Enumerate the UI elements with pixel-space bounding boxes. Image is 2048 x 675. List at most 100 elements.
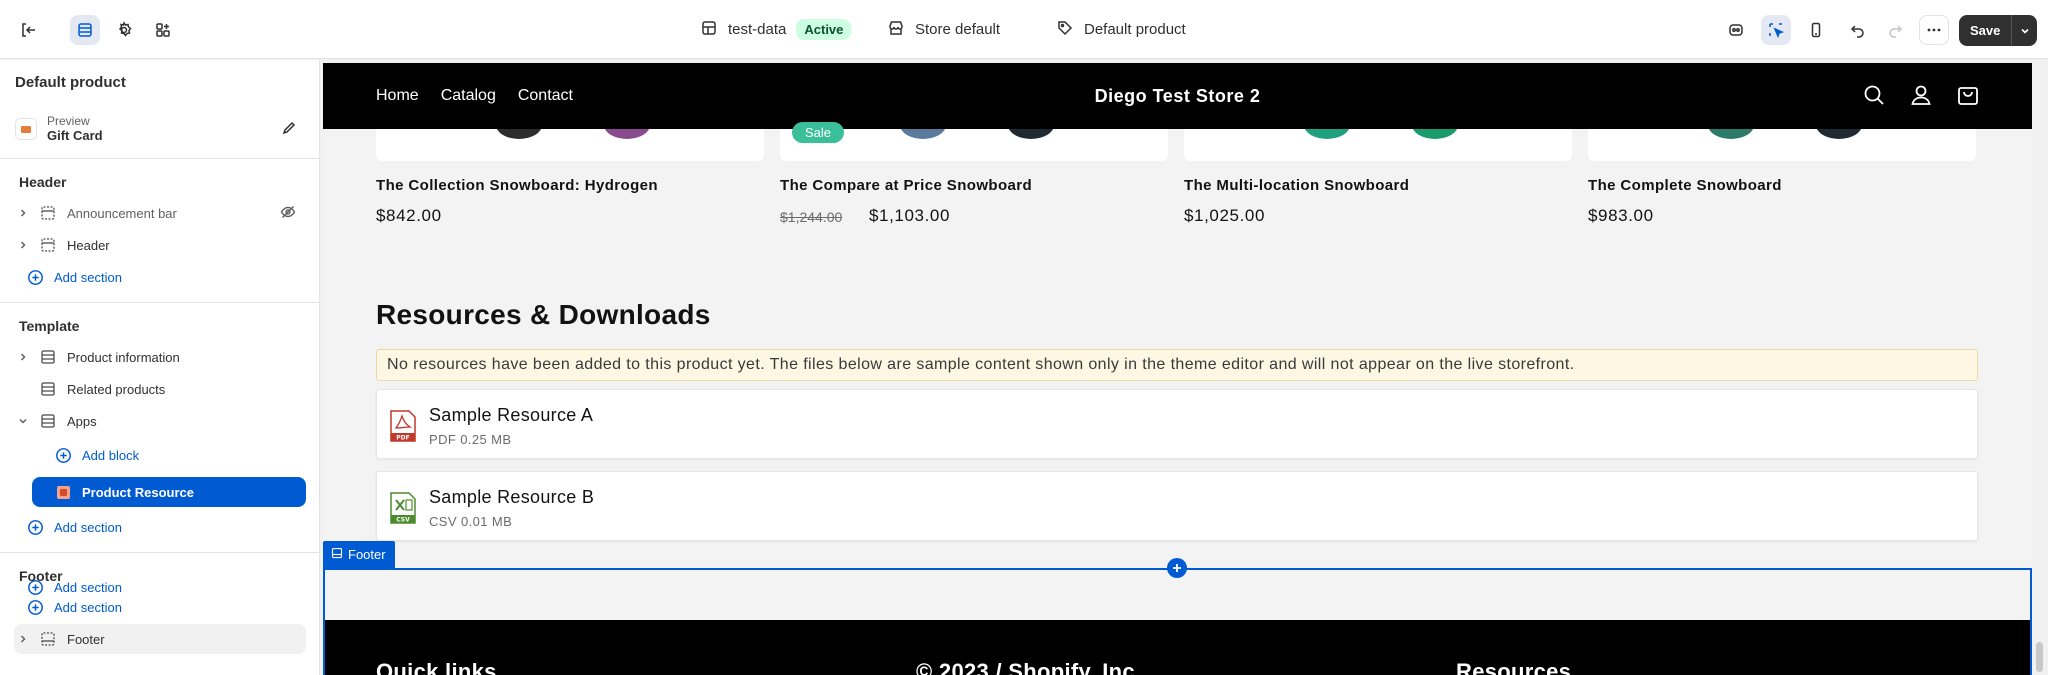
- tag-icon: [1056, 19, 1074, 41]
- exit-icon[interactable]: [13, 15, 43, 45]
- svg-text:CSV: CSV: [396, 517, 410, 524]
- store-name: test-data: [728, 21, 787, 38]
- add-section-label: Add section: [54, 519, 122, 535]
- csv-icon: CSV: [389, 492, 417, 524]
- store-selector[interactable]: test-data Active: [700, 0, 852, 59]
- product-title[interactable]: The Collection Snowboard: Hydrogen: [376, 177, 658, 194]
- product-compare-price: $1,244.00: [780, 209, 843, 225]
- eye-off-icon[interactable]: [280, 204, 296, 223]
- chevron-right-icon[interactable]: [14, 208, 32, 218]
- template-selector[interactable]: Default product: [1056, 0, 1186, 59]
- add-section-button[interactable]: Add section: [14, 512, 306, 542]
- product-image: [1184, 129, 1572, 161]
- sidebar-item-label: Apps: [67, 413, 97, 429]
- pdf-icon: PDF: [389, 410, 417, 442]
- product-image: [376, 129, 764, 161]
- cart-icon[interactable]: [1956, 83, 1980, 112]
- add-section-label: Add section: [54, 599, 122, 615]
- select-cursor-icon[interactable]: [1761, 15, 1791, 45]
- undo-icon[interactable]: [1843, 15, 1873, 45]
- chevron-right-icon[interactable]: [14, 240, 32, 250]
- store-icon: [700, 19, 718, 41]
- chevron-right-icon[interactable]: [14, 352, 32, 362]
- template-group-title: Template: [19, 318, 80, 334]
- pencil-icon[interactable]: [281, 120, 297, 141]
- svg-text:PDF: PDF: [396, 435, 409, 442]
- divider: [0, 158, 319, 159]
- preview-scrollbar[interactable]: [2036, 642, 2043, 672]
- footer-heading-resources: Resources: [1456, 659, 1572, 675]
- search-icon[interactable]: [1862, 83, 1886, 112]
- sidebar-item-footer[interactable]: Footer: [14, 624, 306, 654]
- resource-name[interactable]: Sample Resource A: [429, 405, 593, 426]
- section-icon: [37, 381, 59, 397]
- plus-circle-icon: [24, 599, 46, 616]
- sidebar-item-announcement-bar[interactable]: Announcement bar: [14, 198, 306, 228]
- sale-badge: Sale: [792, 122, 845, 143]
- redo-icon[interactable]: [1880, 15, 1910, 45]
- plus-circle-icon: [52, 447, 74, 464]
- section-icon: [37, 205, 59, 221]
- store-header[interactable]: Home Catalog Contact Diego Test Store 2: [323, 63, 2032, 129]
- plus-circle-icon: [24, 269, 46, 286]
- account-icon[interactable]: [1909, 83, 1933, 112]
- sidebar-title: Default product: [15, 74, 126, 91]
- footer-heading-quick-links: Quick links: [376, 659, 497, 675]
- template-name: Default product: [1084, 21, 1186, 38]
- product-price: $1,025.00: [1184, 206, 1266, 225]
- divider: [0, 552, 319, 553]
- sidebar-item-label: Product Resource: [82, 484, 194, 500]
- preview-canvas[interactable]: Home Catalog Contact Diego Test Store 2 …: [323, 63, 2032, 675]
- preview-inspector-icon[interactable]: [1721, 15, 1751, 45]
- status-badge: Active: [796, 19, 852, 40]
- preview-selector[interactable]: Preview Gift Card: [15, 112, 305, 146]
- gear-icon[interactable]: [109, 15, 139, 45]
- mobile-view-icon[interactable]: [1801, 15, 1831, 45]
- product-price: $983.00: [1588, 206, 1654, 225]
- theme-selector[interactable]: Store default: [887, 0, 1000, 59]
- sidebar-item-label: Related products: [67, 381, 166, 397]
- footer-group-title: Footer: [19, 568, 63, 584]
- save-label[interactable]: Save: [1959, 15, 2011, 46]
- resource-meta: CSV 0.01 MB: [429, 514, 513, 529]
- add-block-button[interactable]: Add block: [32, 440, 306, 470]
- resource-item[interactable]: CSV Sample Resource B CSV 0.01 MB: [376, 471, 1978, 541]
- section-icon: [37, 413, 59, 429]
- section-icon: [331, 547, 343, 562]
- sidebar-item-header[interactable]: Header: [14, 230, 306, 260]
- product-title[interactable]: The Multi-location Snowboard: [1184, 177, 1409, 194]
- sections-icon[interactable]: [70, 15, 100, 45]
- sidebar-item-related-products[interactable]: Related products: [14, 374, 306, 404]
- footer-section-tag[interactable]: Footer: [323, 541, 395, 568]
- gift-card-thumbnail: [15, 118, 37, 140]
- apps-icon[interactable]: [148, 15, 178, 45]
- sidebar-item-product-information[interactable]: Product information: [14, 342, 306, 372]
- sidebar-item-apps[interactable]: Apps: [14, 406, 306, 436]
- product-image: [1588, 129, 1976, 161]
- chevron-right-icon[interactable]: [14, 634, 32, 644]
- sidebar-item-label: Header: [67, 237, 110, 253]
- product-title[interactable]: The Complete Snowboard: [1588, 177, 1782, 194]
- notice-text: No resources have been added to this pro…: [387, 356, 1575, 373]
- store-name[interactable]: Diego Test Store 2: [323, 63, 2032, 129]
- theme-name: Store default: [915, 21, 1001, 38]
- resource-item[interactable]: PDF Sample Resource A PDF 0.25 MB: [376, 389, 1978, 459]
- sidebar-item-product-resource[interactable]: Product Resource: [32, 477, 306, 507]
- chevron-down-icon[interactable]: [2011, 15, 2037, 46]
- add-section-button[interactable]: Add section: [14, 592, 306, 622]
- resources-notice: No resources have been added to this pro…: [376, 349, 1978, 381]
- add-section-button[interactable]: Add section: [14, 262, 306, 292]
- add-section-label: Add section: [54, 269, 122, 285]
- resource-name[interactable]: Sample Resource B: [429, 487, 594, 508]
- more-actions-icon[interactable]: [1919, 15, 1949, 45]
- editor-topbar: test-data Active Store default Default p…: [0, 0, 2048, 59]
- store-footer[interactable]: [325, 620, 2030, 675]
- footer-copyright: © 2023 / Shopify, Inc.: [916, 659, 1142, 675]
- product-title[interactable]: The Compare at Price Snowboard: [780, 177, 1032, 194]
- add-section-plus-icon[interactable]: [1167, 558, 1187, 578]
- save-button[interactable]: Save: [1959, 15, 2038, 46]
- sidebar-item-label: Announcement bar: [67, 205, 177, 221]
- divider: [0, 302, 319, 303]
- footer-tag-label: Footer: [348, 547, 386, 562]
- chevron-down-icon[interactable]: [14, 416, 32, 426]
